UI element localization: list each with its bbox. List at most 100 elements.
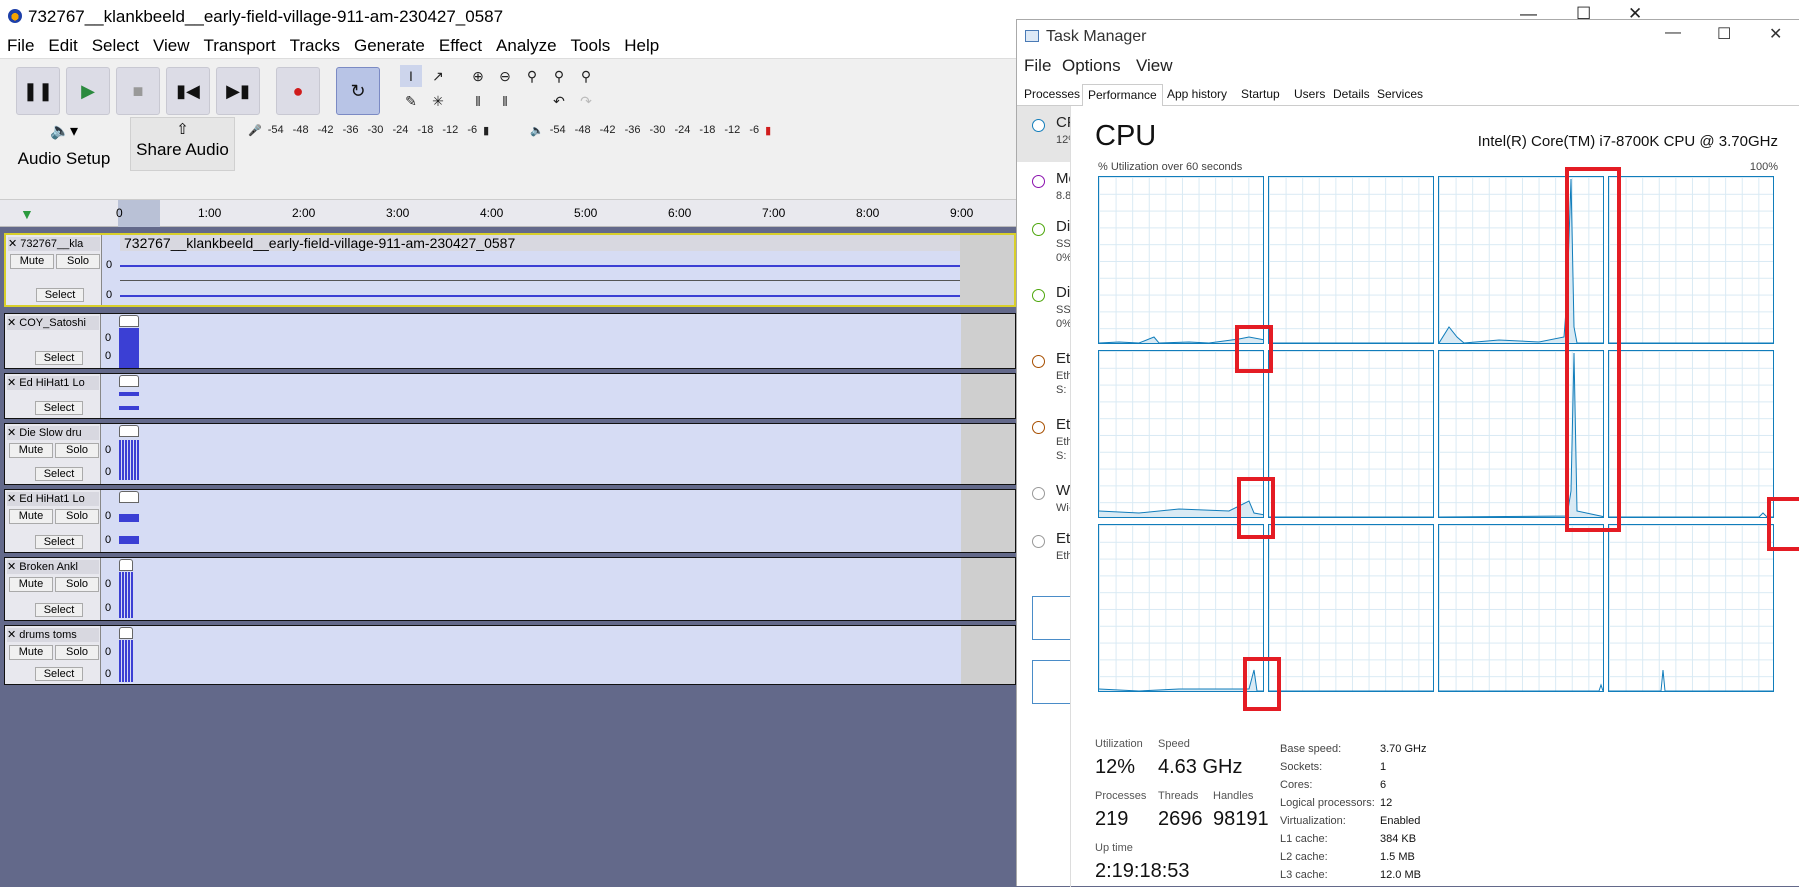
waveform[interactable] [119,406,139,410]
track[interactable]: ✕ COY_Satoshi Select 0 0 [4,313,1016,369]
tab-users[interactable]: Users [1289,84,1330,106]
track[interactable]: ✕ Ed HiHat1 Lo Mute Solo Select 0 0 [4,489,1016,553]
skip-to-end-button[interactable]: ▶▮ [216,67,260,115]
selection-tool-icon[interactable]: I [400,65,422,87]
maximize-icon[interactable]: ☐ [1717,24,1731,44]
timeline-options-icon[interactable]: ▼ [20,206,34,222]
clip-handle[interactable] [119,315,139,327]
sidebar-item-cpu[interactable]: CPU 12% [1017,106,1070,162]
menu-tracks[interactable]: Tracks [283,32,347,58]
track-name[interactable]: ✕ Broken Ankl [7,560,99,574]
minimize-icon[interactable]: — [1665,24,1681,42]
solo-button[interactable]: Solo [55,577,99,592]
zoom-in-icon[interactable]: ⊕ [467,65,489,87]
solo-button[interactable]: Solo [55,509,99,524]
redo-icon[interactable]: ↷ [575,90,597,112]
pause-button[interactable]: ❚❚ [16,67,60,115]
multi-tool-icon[interactable]: ✳ [427,90,449,112]
play-button[interactable]: ▶ [66,67,110,115]
menu-edit[interactable]: Edit [41,32,84,58]
mute-button[interactable]: Mute [9,577,53,592]
core-graph[interactable] [1608,524,1774,692]
sidebar-gpu-tile[interactable] [1032,596,1070,640]
waveform[interactable] [120,265,968,267]
tab-startup[interactable]: Startup [1236,84,1285,106]
fit-project-icon[interactable]: ⚲ [548,65,570,87]
menu-generate[interactable]: Generate [347,32,432,58]
mute-button[interactable]: Mute [10,254,54,269]
track-select-button[interactable]: Select [35,467,83,481]
loop-button[interactable]: ↻ [336,67,380,115]
track[interactable]: ✕ Ed HiHat1 Lo Select [4,373,1016,419]
menu-tools[interactable]: Tools [564,32,618,58]
clip-handle[interactable] [119,491,139,503]
fit-selection-icon[interactable]: ⚲ [521,65,543,87]
trim-audio-icon[interactable]: ‖ [467,90,489,112]
waveform[interactable] [119,640,133,682]
core-graph[interactable] [1438,524,1604,692]
sidebar-item-disk[interactable]: Disk SSD 0% [1017,276,1070,332]
waveform[interactable] [119,536,139,544]
silence-audio-icon[interactable]: ‖ [494,90,516,112]
track-name[interactable]: ✕ Die Slow dru [7,426,99,440]
waveform[interactable] [119,572,133,618]
track[interactable]: ✕ drums toms Mute Solo Select 0 0 [4,625,1016,685]
track-select-button[interactable]: Select [35,603,83,617]
tab-details[interactable]: Details [1328,84,1375,106]
waveform[interactable] [120,295,968,297]
meter-slider-icon[interactable]: ▮ [765,124,771,137]
core-graph[interactable] [1098,176,1264,344]
track[interactable]: ✕ 732767__kla Mute Solo Select 732767__k… [4,233,1016,307]
clip-title[interactable]: 732767__klankbeeld__early-field-village-… [120,235,968,251]
timeline-ruler[interactable]: ▼ 0 1:00 2:00 3:00 4:00 5:00 6:00 7:00 8… [0,199,1016,227]
waveform[interactable] [119,328,139,368]
stop-button[interactable]: ■ [116,67,160,115]
track-select-button[interactable]: Select [35,535,83,549]
core-graph[interactable] [1608,350,1774,518]
tab-app-history[interactable]: App history [1162,84,1232,106]
menu-analyze[interactable]: Analyze [489,32,563,58]
waveform[interactable] [119,514,139,522]
solo-button[interactable]: Solo [56,254,100,269]
sidebar-item-disk[interactable]: Disk SSD 0% [1017,210,1070,266]
track-select-button[interactable]: Select [35,401,83,415]
sidebar-item-ethernet[interactable]: Ethernet Ethernet S: [1017,342,1070,398]
close-icon[interactable]: ✕ [1769,24,1782,44]
core-graph[interactable] [1608,176,1774,344]
tab-performance[interactable]: Performance [1082,84,1163,106]
track[interactable]: ✕ Die Slow dru Mute Solo Select 0 0 [4,423,1016,485]
meter-slider-icon[interactable]: ▮ [483,124,489,137]
sidebar-item-ethernet[interactable]: Ethernet Ethernet [1017,522,1070,578]
core-graph[interactable] [1268,524,1434,692]
skip-to-start-button[interactable]: ▮◀ [166,67,210,115]
menu-file[interactable]: File [0,32,41,58]
mute-button[interactable]: Mute [9,443,53,458]
menu-effect[interactable]: Effect [432,32,489,58]
track-name[interactable]: ✕ COY_Satoshi [7,316,99,330]
tab-processes[interactable]: Processes [1019,84,1085,106]
sidebar-item-ethernet[interactable]: Ethernet Ethernet S: [1017,408,1070,464]
record-button[interactable]: ● [276,67,320,115]
solo-button[interactable]: Solo [55,443,99,458]
core-graph[interactable] [1098,524,1264,692]
envelope-tool-icon[interactable]: ↗ [427,65,449,87]
track-select-button[interactable]: Select [35,667,83,681]
tm-menu-file[interactable]: File [1024,56,1051,76]
track-name[interactable]: ✕ 732767__kla [8,237,100,251]
clip-handle[interactable] [119,627,133,639]
waveform[interactable] [119,440,139,480]
playback-meter[interactable]: 🔈 -54 -48 -42 -36 -30 -24 -18 -12 -6 ▮ [530,119,771,141]
solo-button[interactable]: Solo [55,645,99,660]
share-audio-button[interactable]: ⇧ Share Audio [130,117,235,171]
track-name[interactable]: ✕ drums toms [7,628,99,642]
track-name[interactable]: ✕ Ed HiHat1 Lo [7,376,99,390]
menu-select[interactable]: Select [85,32,146,58]
undo-icon[interactable]: ↶ [548,90,570,112]
zoom-toggle-icon[interactable]: ⚲ [575,65,597,87]
track-select-button[interactable]: Select [35,351,83,365]
core-graph[interactable] [1268,176,1434,344]
tab-services[interactable]: Services [1372,84,1428,106]
mute-button[interactable]: Mute [9,645,53,660]
draw-tool-icon[interactable]: ✎ [400,90,422,112]
zoom-out-icon[interactable]: ⊖ [494,65,516,87]
